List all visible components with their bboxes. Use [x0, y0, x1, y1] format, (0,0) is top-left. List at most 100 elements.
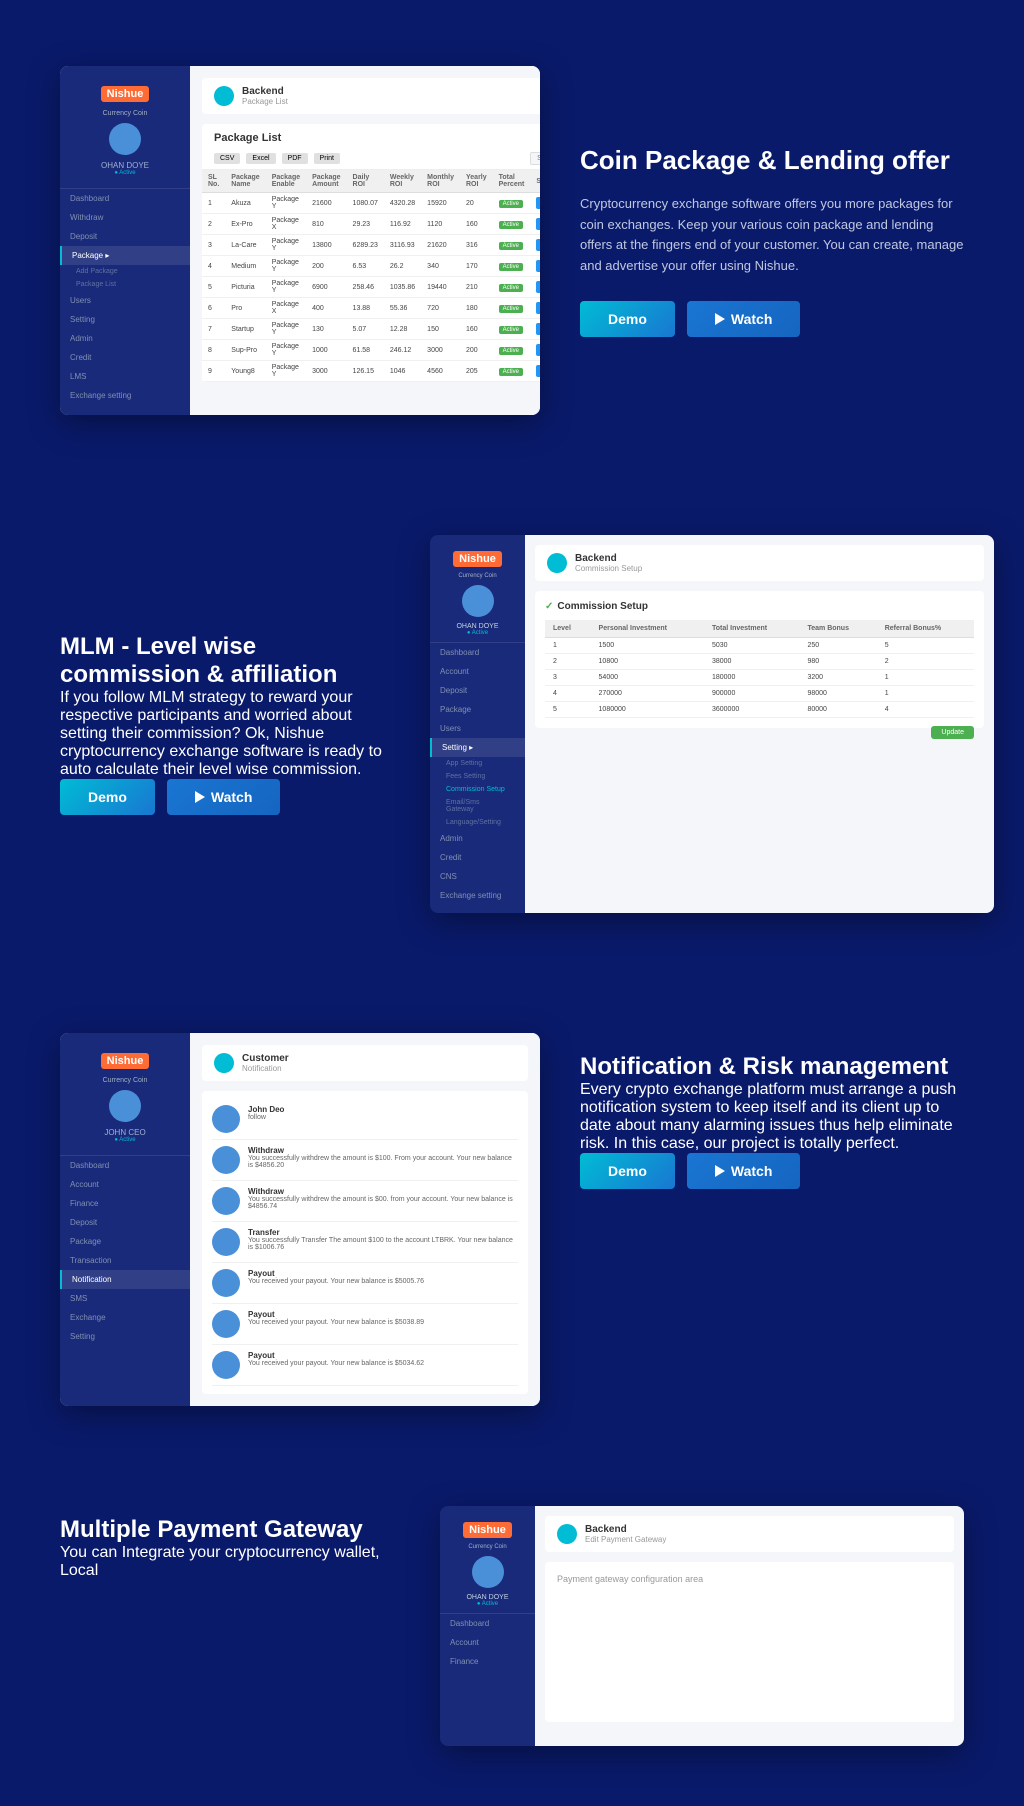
play-icon-coin: [715, 313, 725, 325]
payment-nav-dashboard: Dashboard: [440, 1614, 535, 1633]
edit-button[interactable]: [536, 323, 540, 335]
notif-items-list: John Deofollow WithdrawYou successfully w…: [212, 1099, 518, 1386]
coin-watch-label: Watch: [731, 311, 772, 327]
mock-nav-withdraw: Withdraw: [60, 208, 190, 227]
table-row: 6ProPackage X40013.8855.36720180Active: [202, 298, 540, 319]
notif-item-text: You received your payout. Your new balan…: [248, 1360, 424, 1367]
notif-item-text: follow: [248, 1114, 284, 1121]
payment-avatar: [472, 1556, 504, 1588]
mlm-content: MLM - Level wise commission & affiliatio…: [60, 633, 400, 815]
mock-nav-add-package: Add Package: [60, 265, 190, 278]
mlm-nav-admin: Admin: [430, 829, 525, 848]
notification-demo-button[interactable]: Demo: [580, 1153, 675, 1189]
mlm-nav-setting: Setting ▸: [430, 738, 525, 757]
coin-package-title: Coin Package & Lending offer: [580, 144, 964, 178]
list-item: PayoutYou received your payout. Your new…: [212, 1304, 518, 1345]
notif-item-name: John Deo: [248, 1105, 284, 1114]
list-item: PayoutYou received your payout. Your new…: [212, 1345, 518, 1386]
mock-table-container: Package List CSV Excel PDF Print SL No. …: [202, 124, 540, 382]
edit-button[interactable]: [536, 302, 540, 314]
coin-package-watch-button[interactable]: Watch: [687, 301, 800, 337]
notification-content: Notification & Risk management Every cry…: [580, 1033, 964, 1189]
notif-nav-deposit: Deposit: [60, 1213, 190, 1232]
notif-items-container: John Deofollow WithdrawYou successfully w…: [202, 1091, 528, 1394]
mock-header-icon: [214, 86, 234, 106]
edit-button[interactable]: [536, 281, 540, 293]
notification-section: Nishue Currency Coin JOHN CEO ● Active D…: [0, 973, 1024, 1466]
mlm-commission-title: ✓ Commission Setup: [545, 601, 974, 612]
coin-package-section: Nishue Currency Coin OHAN DOYE ● Active …: [0, 6, 1024, 475]
payment-section: Multiple Payment Gateway You can Integra…: [0, 1466, 1024, 1806]
notification-watch-button[interactable]: Watch: [687, 1153, 800, 1189]
edit-button[interactable]: [536, 344, 540, 356]
notif-nav-finance: Finance: [60, 1194, 190, 1213]
notif-header-sub: Notification: [242, 1064, 289, 1073]
notif-item-name: Payout: [248, 1269, 424, 1278]
mlm-header-icon: [547, 553, 567, 573]
table-row: 3La-CarePackage Y138006289.233116.932162…: [202, 235, 540, 256]
coin-package-buttons: Demo Watch: [580, 301, 964, 337]
edit-button[interactable]: [536, 197, 540, 209]
mlm-description: If you follow MLM strategy to reward you…: [60, 689, 400, 779]
payment-content: Multiple Payment Gateway You can Integra…: [60, 1506, 400, 1580]
mlm-title: MLM - Level wise commission & affiliatio…: [60, 633, 400, 689]
list-item: PayoutYou received your payout. Your new…: [212, 1263, 518, 1304]
notif-header: Customer Notification: [202, 1045, 528, 1081]
mlm-watch-button[interactable]: Watch: [167, 779, 280, 815]
edit-button[interactable]: [536, 218, 540, 230]
payment-header: Backend Edit Payment Gateway: [545, 1516, 954, 1552]
notification-title: Notification & Risk management: [580, 1053, 964, 1081]
mock-nav-package: Package ▸: [60, 246, 190, 265]
notif-nav-dashboard: Dashboard: [60, 1156, 190, 1175]
mlm-nav-lang: Language/Setting: [430, 816, 525, 829]
mlm-demo-button[interactable]: Demo: [60, 779, 155, 815]
notification-description: Every crypto exchange platform must arra…: [580, 1081, 964, 1153]
mlm-update-button[interactable]: Update: [931, 726, 974, 739]
play-icon-notif: [715, 1165, 725, 1177]
mlm-double-panel: Nishue Currency Coin OHAN DOYE ● Active …: [430, 535, 994, 913]
notification-buttons: Demo Watch: [580, 1153, 964, 1189]
mlm-panel-sidebar: Nishue Currency Coin OHAN DOYE ● Active …: [430, 535, 525, 913]
payment-nav-account: Account: [440, 1633, 535, 1652]
notif-header-icon: [214, 1053, 234, 1073]
list-item: WithdrawYou successfully withdrew the am…: [212, 1140, 518, 1181]
edit-button[interactable]: [536, 260, 540, 272]
mock-avatar: [109, 123, 141, 155]
coin-package-description: Cryptocurrency exchange software offers …: [580, 194, 964, 277]
notif-header-title: Customer: [242, 1053, 289, 1064]
notif-item-text: You successfully withdrew the amount is …: [248, 1196, 518, 1210]
edit-button[interactable]: [536, 239, 540, 251]
coin-package-screenshot: Nishue Currency Coin OHAN DOYE ● Active …: [60, 66, 540, 415]
notif-nav-account: Account: [60, 1175, 190, 1194]
table-row: 1150050302505: [545, 638, 974, 654]
mock-table-toolbar: CSV Excel PDF Print: [202, 148, 540, 170]
coin-package-demo-button[interactable]: Demo: [580, 301, 675, 337]
mlm-buttons: Demo Watch: [60, 779, 400, 815]
table-row: 9Young8Package Y3000126.1510464560205Act…: [202, 361, 540, 382]
mlm-avatar: [462, 585, 494, 617]
play-icon-mlm: [195, 791, 205, 803]
table-row: 510800003600000800004: [545, 702, 974, 718]
notif-item-name: Transfer: [248, 1228, 518, 1237]
mock-nav-deposit: Deposit: [60, 227, 190, 246]
notif-nav-notification: Notification: [60, 1270, 190, 1289]
table-row: 8Sup-ProPackage Y100061.58246.123000200A…: [202, 340, 540, 361]
notif-item-text: You successfully Transfer The amount $10…: [248, 1237, 518, 1251]
table-row: 35400018000032001: [545, 670, 974, 686]
notif-nav-package: Package: [60, 1232, 190, 1251]
notification-mock: Nishue Currency Coin JOHN CEO ● Active D…: [60, 1033, 540, 1406]
mock-nav-users: Users: [60, 291, 190, 310]
table-row: 5PicturiaPackage Y6900258.461035.8619440…: [202, 277, 540, 298]
notif-nav-transaction: Transaction: [60, 1251, 190, 1270]
mlm-nav-cns: CNS: [430, 867, 525, 886]
payment-description: You can Integrate your cryptocurrency wa…: [60, 1544, 400, 1580]
edit-button[interactable]: [536, 365, 540, 377]
mlm-screenshot: Nishue Currency Coin OHAN DOYE ● Active …: [430, 535, 994, 913]
avatar: [212, 1228, 240, 1256]
table-row: 4270000900000980001: [545, 686, 974, 702]
mock-search[interactable]: [530, 152, 540, 165]
notif-sidebar: Nishue Currency Coin JOHN CEO ● Active D…: [60, 1033, 190, 1406]
mlm-header-sub: Commission Setup: [575, 564, 642, 573]
notif-item-text: You received your payout. Your new balan…: [248, 1319, 424, 1326]
mock-btn-pdf: PDF: [282, 153, 308, 164]
